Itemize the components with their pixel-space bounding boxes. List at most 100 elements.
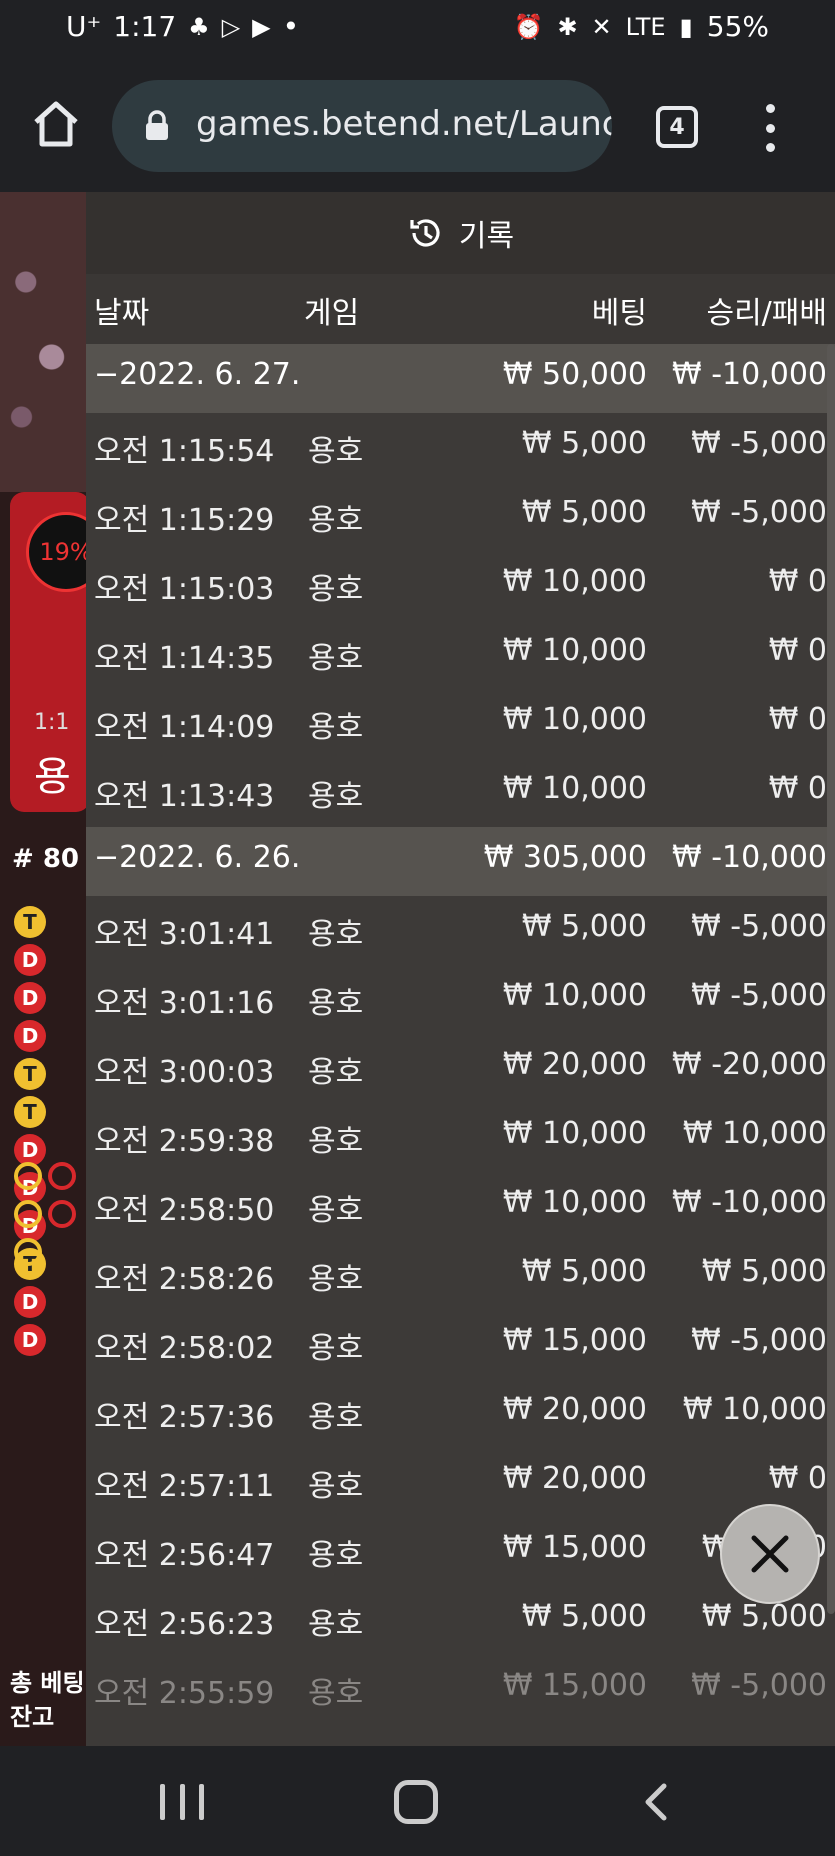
cell-win-loss: ₩ 10,000 [682,1392,827,1427]
cell-game: 용호 [308,1400,364,1435]
tab-switcher-button[interactable]: 4 [656,106,698,148]
cell-date: 오전 2:56:47 [94,1538,275,1573]
bead: T [14,1096,46,1128]
browser-toolbar: games.betend.net/Launc 4 [0,62,835,192]
panel-header: 기록 [86,192,835,274]
status-left: U⁺ 1:17 ♣ ▷ ▶ • [66,10,299,43]
cell-game: 용호 [308,1538,364,1573]
table-row: 오전 2:57:36 용호 ₩ 20,000 ₩ 10,000 [86,1379,835,1448]
cell-win-loss: ₩ 5,000 [701,1254,827,1289]
scrollbar[interactable] [827,344,835,1614]
dragon-label: 용 [34,754,71,800]
cell-game: 용호 [308,1331,364,1366]
cell-game: 용호 [308,572,364,607]
more-menu-icon[interactable] [756,104,784,152]
balance-label: 잔고 [10,1703,55,1731]
cell-win-loss: ₩ -5,000 [691,1668,827,1703]
table-row: 오전 2:59:38 용호 ₩ 10,000 ₩ 10,000 [86,1103,835,1172]
decorative-flowers [0,192,86,492]
bead-road: TD DD TT DD DT DD [14,906,84,1362]
cell-date: 오전 1:15:54 [94,434,275,469]
bead: D [14,1324,46,1356]
mute-icon: ✕ [591,12,612,41]
cell-win-loss: ₩ -5,000 [691,426,827,461]
home-icon[interactable] [30,98,82,150]
cell-win-loss: ₩ -10,000 [672,1185,827,1220]
more-notifications-dot: • [282,10,300,43]
cell-win-loss: ₩ -5,000 [691,1323,827,1358]
cell-date: 오전 3:00:03 [94,1055,275,1090]
battery-percent: 55% [706,10,769,43]
back-icon[interactable] [636,1780,676,1824]
history-table[interactable]: −2022. 6. 27. ₩ 50,000 ₩ -10,000 오전 1:15:54… [86,344,835,1724]
cell-date: 오전 1:13:43 [94,779,275,814]
table-row: 오전 1:13:43 용호 ₩ 10,000 ₩ 0 [86,758,835,827]
cell-game: 용호 [308,1055,364,1090]
bluetooth-icon: ✱ [557,12,578,41]
cell-game: 용호 [308,1124,364,1159]
alarm-icon: ⏰ [513,12,544,41]
cell-date: 오전 1:14:09 [94,710,275,745]
panel-title: 기록 [458,219,515,254]
cell-win-loss: ₩ 0 [768,771,827,806]
cell-date: 오전 2:58:26 [94,1262,275,1297]
close-button[interactable] [720,1504,820,1604]
cell-game: 용호 [308,1607,364,1642]
cell-game: 용호 [308,986,364,1021]
network-label: LTE [625,12,666,41]
recents-icon[interactable] [160,1784,204,1820]
cell-win-loss: ₩ -5,000 [691,909,827,944]
cell-game: 용호 [308,1469,364,1504]
status-bar: U⁺ 1:17 ♣ ▷ ▶ • ⏰ ✱ ✕ LTE ▮ 55% [0,0,835,62]
cell-game: 용호 [308,503,364,538]
table-row: 오전 1:15:54 용호 ₩ 5,000 ₩ -5,000 [86,413,835,482]
table-row: 오전 3:00:03 용호 ₩ 20,000 ₩ -20,000 [86,1034,835,1103]
table-row: 오전 2:57:11 용호 ₩ 20,000 ₩ 0 [86,1448,835,1517]
table-row: 오전 1:14:09 용호 ₩ 10,000 ₩ 0 [86,689,835,758]
history-panel: 기록 날짜 게임 베팅 승리/패배 −2022. 6. 27. ₩ 50,000 ₩… [86,192,835,1746]
cell-win-loss: ₩ 0 [768,1461,827,1496]
bead: D [14,982,46,1014]
cell-date: 오전 3:01:41 [94,917,275,952]
cell-bet: ₩ 5,000 [521,495,647,530]
cell-bet: ₩ 10,000 [502,1116,647,1151]
carrier-label: U⁺ [66,10,102,43]
cell-win-loss: ₩ 10,000 [682,1116,827,1151]
col-bet: 베팅 [591,296,647,331]
cell-win-loss: ₩ -20,000 [672,1047,827,1082]
table-row: 오전 1:15:29 용호 ₩ 5,000 ₩ -5,000 [86,482,835,551]
cell-win-loss: ₩ -5,000 [691,978,827,1013]
cell-bet: ₩ 15,000 [502,1323,647,1358]
cell-date: −2022. 6. 27. [94,357,301,392]
cell-bet: ₩ 20,000 [502,1047,647,1082]
table-row: 오전 2:55:59 용호 ₩ 15,000 ₩ -5,000 [86,1655,835,1724]
table-row: 오전 2:58:26 용호 ₩ 5,000 ₩ 5,000 [86,1241,835,1310]
cell-date: 오전 1:14:35 [94,641,275,676]
url-text[interactable]: games.betend.net/Launc [196,104,612,144]
cell-bet: ₩ 5,000 [521,1599,647,1634]
col-date: 날짜 [94,296,150,331]
cell-date: −2022. 6. 26. [94,840,301,875]
date-group-row[interactable]: −2022. 6. 27. ₩ 50,000 ₩ -10,000 [86,344,835,413]
home-nav-icon[interactable] [394,1780,438,1824]
bead: D [14,944,46,976]
address-bar[interactable]: games.betend.net/Launc [112,80,612,172]
youtube-icon: ▶ [252,12,271,41]
bet-summary: 총 베팅 잔고 [10,1666,85,1734]
cell-date: 오전 3:01:16 [94,986,275,1021]
clock: 1:17 [113,10,177,43]
cell-bet: ₩ 15,000 [502,1668,647,1703]
notification-icon: ♣ [188,12,210,41]
cell-date: 오전 2:55:59 [94,1676,275,1711]
col-win-loss: 승리/패배 [706,296,827,331]
cell-bet: ₩ 10,000 [502,978,647,1013]
cell-game: 용호 [308,434,364,469]
cell-win-loss: ₩ -10,000 [672,357,827,392]
cell-date: 오전 2:58:02 [94,1331,275,1366]
cell-game: 용호 [308,779,364,814]
cell-date: 오전 2:57:11 [94,1469,275,1504]
date-group-row[interactable]: −2022. 6. 26. ₩ 305,000 ₩ -10,000 [86,827,835,896]
cell-game: 용호 [308,641,364,676]
big-road [14,1162,86,1276]
cell-game: 용호 [308,1676,364,1711]
